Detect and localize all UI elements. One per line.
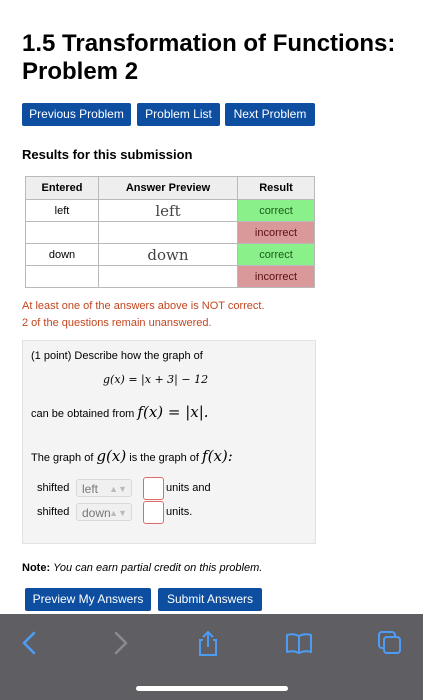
problem-box: (1 point) Describe how the graph of g(x)… bbox=[22, 340, 316, 544]
home-indicator[interactable] bbox=[136, 686, 288, 691]
chevron-updown-icon: ▲▼ bbox=[109, 508, 127, 518]
chevron-updown-icon: ▲▼ bbox=[109, 484, 127, 494]
page-content: 1.5 Transformation of Functions: Problem… bbox=[0, 0, 423, 614]
tabs-icon[interactable] bbox=[375, 630, 405, 656]
results-header-row: Entered Answer Preview Result bbox=[25, 176, 315, 200]
page-title: 1.5 Transformation of Functions: Problem… bbox=[22, 30, 417, 86]
horizontal-direction-select[interactable]: left ▲▼ bbox=[76, 479, 132, 497]
vertical-direction-select[interactable]: down ▲▼ bbox=[76, 503, 132, 521]
previous-problem-button[interactable]: Previous Problem bbox=[22, 103, 131, 126]
result-cell: correct bbox=[237, 243, 315, 266]
entered-cell: down bbox=[25, 243, 99, 266]
page-title-line2: Problem 2 bbox=[22, 58, 139, 85]
table-row: left left correct bbox=[25, 199, 315, 222]
results-heading: Results for this submission bbox=[22, 147, 193, 162]
obtained-text: can be obtained from bbox=[31, 408, 135, 420]
answer-preview-cell bbox=[98, 221, 238, 244]
graph-text-a: The graph of bbox=[31, 452, 94, 464]
results-table: Entered Answer Preview Result left left … bbox=[25, 176, 315, 288]
answer-preview-cell: down bbox=[98, 243, 238, 266]
shift2-suffix: units. bbox=[166, 506, 193, 518]
result-cell: correct bbox=[237, 199, 315, 222]
table-row: down down correct bbox=[25, 243, 315, 266]
horizontal-units-input[interactable] bbox=[143, 477, 164, 500]
back-icon[interactable] bbox=[15, 630, 45, 656]
submit-answers-button[interactable]: Submit Answers bbox=[158, 588, 262, 611]
shift1-suffix: units and bbox=[166, 482, 211, 494]
f-definition: f(x) = |x|. bbox=[137, 403, 209, 421]
answer-preview-cell bbox=[98, 265, 238, 288]
answer-preview-cell: left bbox=[98, 199, 238, 222]
note-text: You can earn partial credit on this prob… bbox=[53, 562, 263, 574]
problem-list-button[interactable]: Problem List bbox=[137, 103, 220, 126]
obtained-line: can be obtained from f(x) = |x|. bbox=[31, 403, 209, 421]
vertical-direction-value: down bbox=[82, 506, 111, 520]
not-correct-message: At least one of the answers above is NOT… bbox=[22, 300, 265, 312]
entered-cell: left bbox=[25, 199, 99, 222]
column-header-answer-preview: Answer Preview bbox=[98, 176, 238, 200]
shift2-label: shifted bbox=[37, 506, 70, 518]
table-row: incorrect bbox=[25, 221, 315, 244]
horizontal-direction-value: left bbox=[82, 482, 99, 496]
graph-text-b: is the graph of bbox=[129, 452, 199, 464]
share-icon[interactable] bbox=[193, 630, 223, 656]
next-problem-button[interactable]: Next Problem bbox=[225, 103, 315, 126]
f-of-x: f(x): bbox=[202, 447, 233, 465]
table-row: incorrect bbox=[25, 265, 315, 288]
page-title-line1: 1.5 Transformation of Functions: bbox=[22, 30, 396, 57]
problem-equation: g(x) = |x + 3| − 12 bbox=[103, 373, 209, 386]
note-label: Note: bbox=[22, 562, 51, 574]
result-cell: incorrect bbox=[237, 265, 315, 288]
column-header-entered: Entered bbox=[25, 176, 99, 200]
g-of-x: g(x) bbox=[96, 447, 127, 465]
result-cell: incorrect bbox=[237, 221, 315, 244]
vertical-units-input[interactable] bbox=[143, 501, 164, 524]
preview-answers-button[interactable]: Preview My Answers bbox=[25, 588, 151, 611]
problem-intro: (1 point) Describe how the graph of bbox=[31, 350, 203, 362]
entered-cell bbox=[25, 265, 99, 288]
bookmarks-icon[interactable] bbox=[284, 630, 314, 656]
forward-icon bbox=[114, 631, 128, 655]
entered-cell bbox=[25, 221, 99, 244]
graph-line: The graph of g(x) is the graph of f(x): bbox=[31, 447, 233, 465]
column-header-result: Result bbox=[237, 176, 315, 200]
shift1-label: shifted bbox=[37, 482, 70, 494]
unanswered-message: 2 of the questions remain unanswered. bbox=[22, 317, 212, 329]
partial-credit-note: Note: You can earn partial credit on thi… bbox=[22, 562, 262, 574]
